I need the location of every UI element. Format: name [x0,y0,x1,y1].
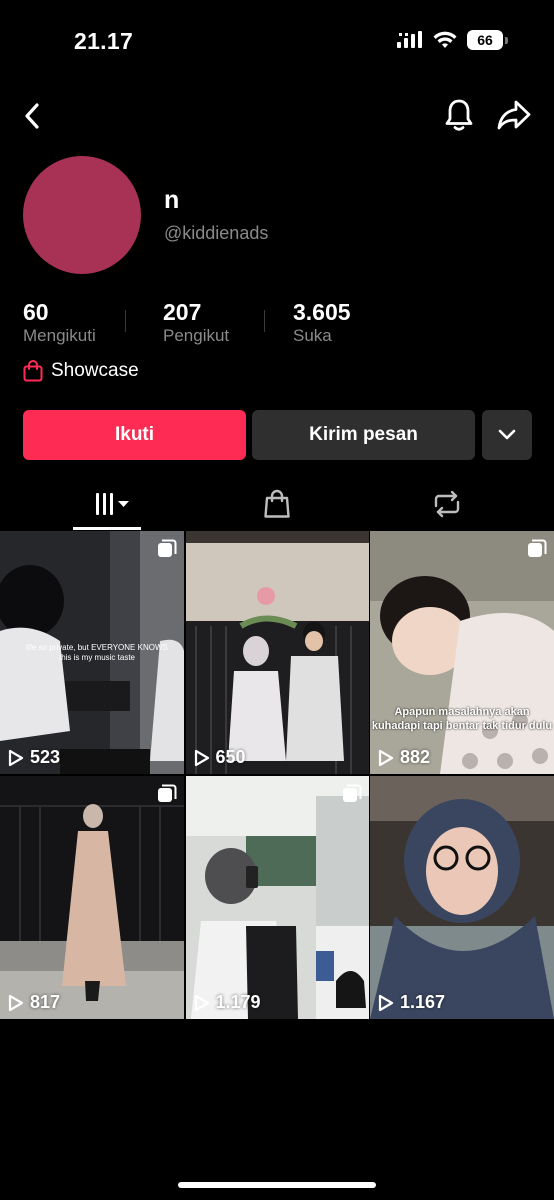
thumbnail-image [185,776,369,1019]
video-view-count: 817 [30,992,61,1012]
profile-username: @kiddienads [164,223,269,243]
status-icons: 66 [397,30,508,50]
stat-following-value: 60 [23,299,49,325]
play-icon [378,749,394,766]
stat-following-label: Mengikuti [23,326,96,345]
showcase-link[interactable]: Showcase [23,360,139,382]
video-view-count: 882 [400,747,431,767]
repost-icon [434,490,460,518]
video-views: 1.179 [194,992,261,1013]
status-bar: 21.17 66 [0,0,554,80]
video-view-count: 1.179 [215,992,261,1012]
multi-photo-icon [342,784,361,802]
video-views: 882 [378,747,430,768]
battery-indicator: 66 [467,30,508,50]
thumbnail-image [0,776,184,1019]
battery-cap [505,36,508,44]
play-icon [194,994,209,1011]
stat-following[interactable]: 60 Mengikuti [23,299,163,347]
home-indicator[interactable] [178,1182,376,1188]
multi-photo-icon [158,784,177,802]
video-thumbnail[interactable]: 650 [185,531,369,774]
thumbnail-image [370,531,554,774]
top-nav [0,95,554,137]
video-grid: life so private, but EVERYONE KNOWS this… [0,531,554,1019]
battery-level: 66 [467,30,503,50]
profile-tabs [0,478,554,530]
grid-icon [96,493,129,515]
active-tab-indicator [73,527,141,530]
shopping-bag-icon [23,360,43,382]
stat-likes-value: 3.605 [293,299,351,325]
video-thumbnail[interactable]: Apapun masalahnya akan kuhadapi tapi ben… [370,531,554,774]
video-view-count: 1.167 [400,992,446,1012]
video-caption: Apapun masalahnya akan kuhadapi tapi ben… [371,706,553,732]
thumbnail-image [370,776,554,1019]
stat-divider [125,310,126,332]
multi-photo-icon [158,539,177,557]
wifi-icon [433,31,457,48]
video-views: 817 [8,992,60,1013]
tab-reposts[interactable] [425,478,469,530]
play-icon [8,749,24,766]
profile-actions: Ikuti Kirim pesan [23,410,532,460]
status-time: 21.17 [74,28,134,54]
profile-stats: 60 Mengikuti 207 Pengikut 3.605 Suka [23,299,413,347]
more-options-button[interactable] [482,410,532,460]
stat-followers-label: Pengikut [163,326,230,345]
showcase-label: Showcase [51,360,139,381]
video-views: 1.167 [378,992,445,1013]
stat-followers[interactable]: 207 Pengikut [163,299,293,347]
video-caption: life so private, but EVERYONE KNOWS this… [26,643,168,662]
back-arrow-icon[interactable] [18,99,48,133]
thumbnail-image [185,531,369,774]
video-view-count: 523 [30,747,61,767]
signal-icon [397,31,422,48]
chevron-down-icon [498,429,516,440]
play-icon [194,749,209,766]
tab-videos[interactable] [73,478,141,530]
play-icon [378,994,394,1011]
stat-followers-value: 207 [163,299,202,325]
video-view-count: 650 [215,747,246,767]
play-icon [8,994,24,1011]
stat-divider [264,310,265,332]
video-views: 523 [8,747,60,768]
video-views: 650 [194,747,246,768]
follow-button[interactable]: Ikuti [23,410,246,460]
video-thumbnail[interactable]: life so private, but EVERYONE KNOWS this… [0,531,184,774]
shopping-bag-icon [264,489,290,518]
profile-display-name: n [164,186,180,214]
multi-photo-icon [528,539,547,557]
avatar[interactable] [23,156,141,274]
share-arrow-icon[interactable] [496,97,532,133]
video-thumbnail[interactable]: 1.179 [185,776,369,1019]
stat-likes[interactable]: 3.605 Suka [293,299,413,347]
bell-icon[interactable] [442,97,476,133]
video-thumbnail[interactable]: 1.167 [370,776,554,1019]
stat-likes-label: Suka [293,326,332,345]
video-thumbnail[interactable]: 817 [0,776,184,1019]
tab-shop[interactable] [255,478,299,530]
send-message-button[interactable]: Kirim pesan [252,410,475,460]
